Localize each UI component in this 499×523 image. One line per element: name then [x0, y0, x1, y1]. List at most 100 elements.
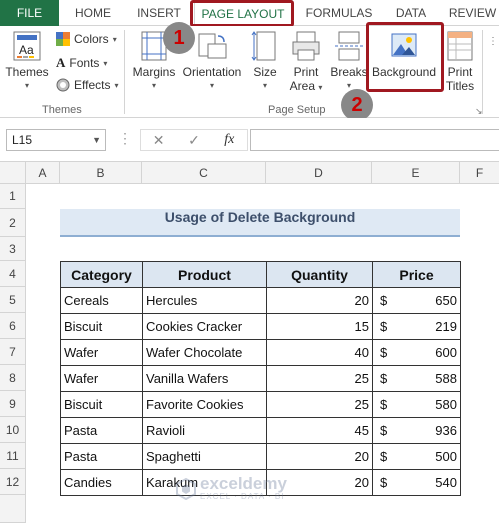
cell-price[interactable]: $540: [372, 469, 461, 496]
effects-icon: [56, 78, 70, 92]
cell-product[interactable]: Spaghetti: [142, 443, 267, 470]
select-all-corner[interactable]: [0, 162, 26, 184]
more-commands-icon[interactable]: ⋮: [488, 36, 498, 47]
effects-label: Effects: [74, 78, 111, 92]
price-amount: 650: [435, 293, 457, 308]
tab-review[interactable]: REVIEW: [446, 0, 499, 26]
tab-data[interactable]: DATA: [386, 0, 436, 26]
cell-category[interactable]: Wafer: [60, 365, 143, 392]
print-area-icon: [292, 31, 320, 61]
colors-button[interactable]: Colors ▾: [56, 32, 117, 46]
row-header-11[interactable]: 11: [0, 443, 26, 469]
row-header-6[interactable]: 6: [0, 313, 26, 339]
cell-quantity[interactable]: 20: [266, 287, 373, 314]
size-button[interactable]: Size ▾: [248, 30, 282, 93]
row-header-8[interactable]: 8: [0, 365, 26, 391]
tab-formulas[interactable]: FORMULAS: [300, 0, 378, 26]
table-row: Pasta Ravioli 45 $936: [60, 417, 461, 444]
breaks-icon: [335, 31, 363, 61]
column-header-b[interactable]: B: [60, 162, 142, 184]
print-titles-button[interactable]: Print Titles: [442, 30, 478, 93]
cell-category[interactable]: Pasta: [60, 443, 143, 470]
header-category[interactable]: Category: [60, 261, 143, 288]
row-header-4[interactable]: 4: [0, 261, 26, 287]
fonts-button[interactable]: A Fonts ▾: [56, 55, 107, 71]
themes-label: Themes: [5, 65, 49, 79]
print-titles-label-2: Titles: [445, 79, 475, 93]
cell-quantity[interactable]: 40: [266, 339, 373, 366]
cell-product[interactable]: Wafer Chocolate: [142, 339, 267, 366]
chevron-down-icon: ▾: [112, 34, 117, 44]
column-header-f[interactable]: F: [460, 162, 499, 184]
header-quantity[interactable]: Quantity: [266, 261, 373, 288]
print-area-label-1: Print: [293, 65, 319, 79]
column-header-c[interactable]: C: [142, 162, 266, 184]
chevron-down-icon: ▾: [209, 81, 214, 90]
cell-quantity[interactable]: 25: [266, 391, 373, 418]
sheet-title[interactable]: Usage of Delete Background: [60, 209, 460, 237]
formula-input[interactable]: [250, 129, 499, 151]
row-header-7[interactable]: 7: [0, 339, 26, 365]
row-header-2[interactable]: 2: [0, 209, 26, 237]
cell-quantity[interactable]: 25: [266, 365, 373, 392]
cell-category[interactable]: Candies: [60, 469, 143, 496]
cell-price[interactable]: $500: [372, 443, 461, 470]
header-price[interactable]: Price: [372, 261, 461, 288]
breaks-button[interactable]: Breaks ▾: [330, 30, 368, 93]
row-header-13[interactable]: [0, 495, 26, 523]
row-header-10[interactable]: 10: [0, 417, 26, 443]
cell-quantity[interactable]: 20: [266, 443, 373, 470]
name-box[interactable]: L15 ▼: [6, 129, 106, 151]
name-box-value: L15: [12, 133, 33, 147]
tab-page-layout[interactable]: PAGE LAYOUT: [194, 0, 292, 27]
table-row: Pasta Spaghetti 20 $500: [60, 443, 461, 470]
chevron-down-icon: ▾: [151, 81, 156, 90]
formula-bar: L15 ▼ ⋮ ✕ ✓ fx: [0, 118, 499, 162]
row-header-9[interactable]: 9: [0, 391, 26, 417]
column-header-e[interactable]: E: [372, 162, 460, 184]
insert-function-icon[interactable]: fx: [212, 130, 247, 150]
chevron-down-icon: ▾: [114, 80, 119, 90]
header-product[interactable]: Product: [142, 261, 267, 288]
currency-symbol: $: [380, 293, 388, 308]
cell-product[interactable]: Favorite Cookies: [142, 391, 267, 418]
cell-product[interactable]: Hercules: [142, 287, 267, 314]
currency-symbol: $: [380, 475, 388, 490]
table-row: Wafer Vanilla Wafers 25 $588: [60, 365, 461, 392]
cell-product[interactable]: Vanilla Wafers: [142, 365, 267, 392]
column-header-a[interactable]: A: [26, 162, 60, 184]
cell-price[interactable]: $219: [372, 313, 461, 340]
row-header-12[interactable]: 12: [0, 469, 26, 495]
cell-price[interactable]: $936: [372, 417, 461, 444]
cell-quantity[interactable]: 45: [266, 417, 373, 444]
cell-price[interactable]: $650: [372, 287, 461, 314]
currency-symbol: $: [380, 319, 388, 334]
page-setup-group-label: Page Setup: [268, 104, 326, 116]
column-header-d[interactable]: D: [266, 162, 372, 184]
cancel-icon[interactable]: ✕: [141, 130, 176, 150]
row-header-3[interactable]: 3: [0, 237, 26, 261]
cell-price[interactable]: $588: [372, 365, 461, 392]
cell-category[interactable]: Wafer: [60, 339, 143, 366]
tab-file[interactable]: FILE: [0, 0, 59, 26]
cell-category[interactable]: Biscuit: [60, 313, 143, 340]
price-amount: 219: [435, 319, 457, 334]
cell-product[interactable]: Cookies Cracker: [142, 313, 267, 340]
themes-button[interactable]: Aa Themes ▾: [4, 30, 50, 93]
row-header-1[interactable]: 1: [0, 184, 26, 209]
chevron-down-icon: ▾: [318, 83, 323, 92]
cell-category[interactable]: Biscuit: [60, 391, 143, 418]
cell-price[interactable]: $580: [372, 391, 461, 418]
print-area-button[interactable]: Print Area ▾: [286, 30, 326, 95]
effects-button[interactable]: Effects ▾: [56, 78, 118, 92]
resize-handle-icon[interactable]: ⋮: [118, 130, 132, 147]
cell-category[interactable]: Pasta: [60, 417, 143, 444]
cell-category[interactable]: Cereals: [60, 287, 143, 314]
cell-price[interactable]: $600: [372, 339, 461, 366]
tab-home[interactable]: HOME: [62, 0, 124, 26]
background-button[interactable]: Background: [370, 30, 438, 79]
cell-quantity[interactable]: 15: [266, 313, 373, 340]
enter-icon[interactable]: ✓: [176, 130, 211, 150]
cell-product[interactable]: Ravioli: [142, 417, 267, 444]
row-header-5[interactable]: 5: [0, 287, 26, 313]
